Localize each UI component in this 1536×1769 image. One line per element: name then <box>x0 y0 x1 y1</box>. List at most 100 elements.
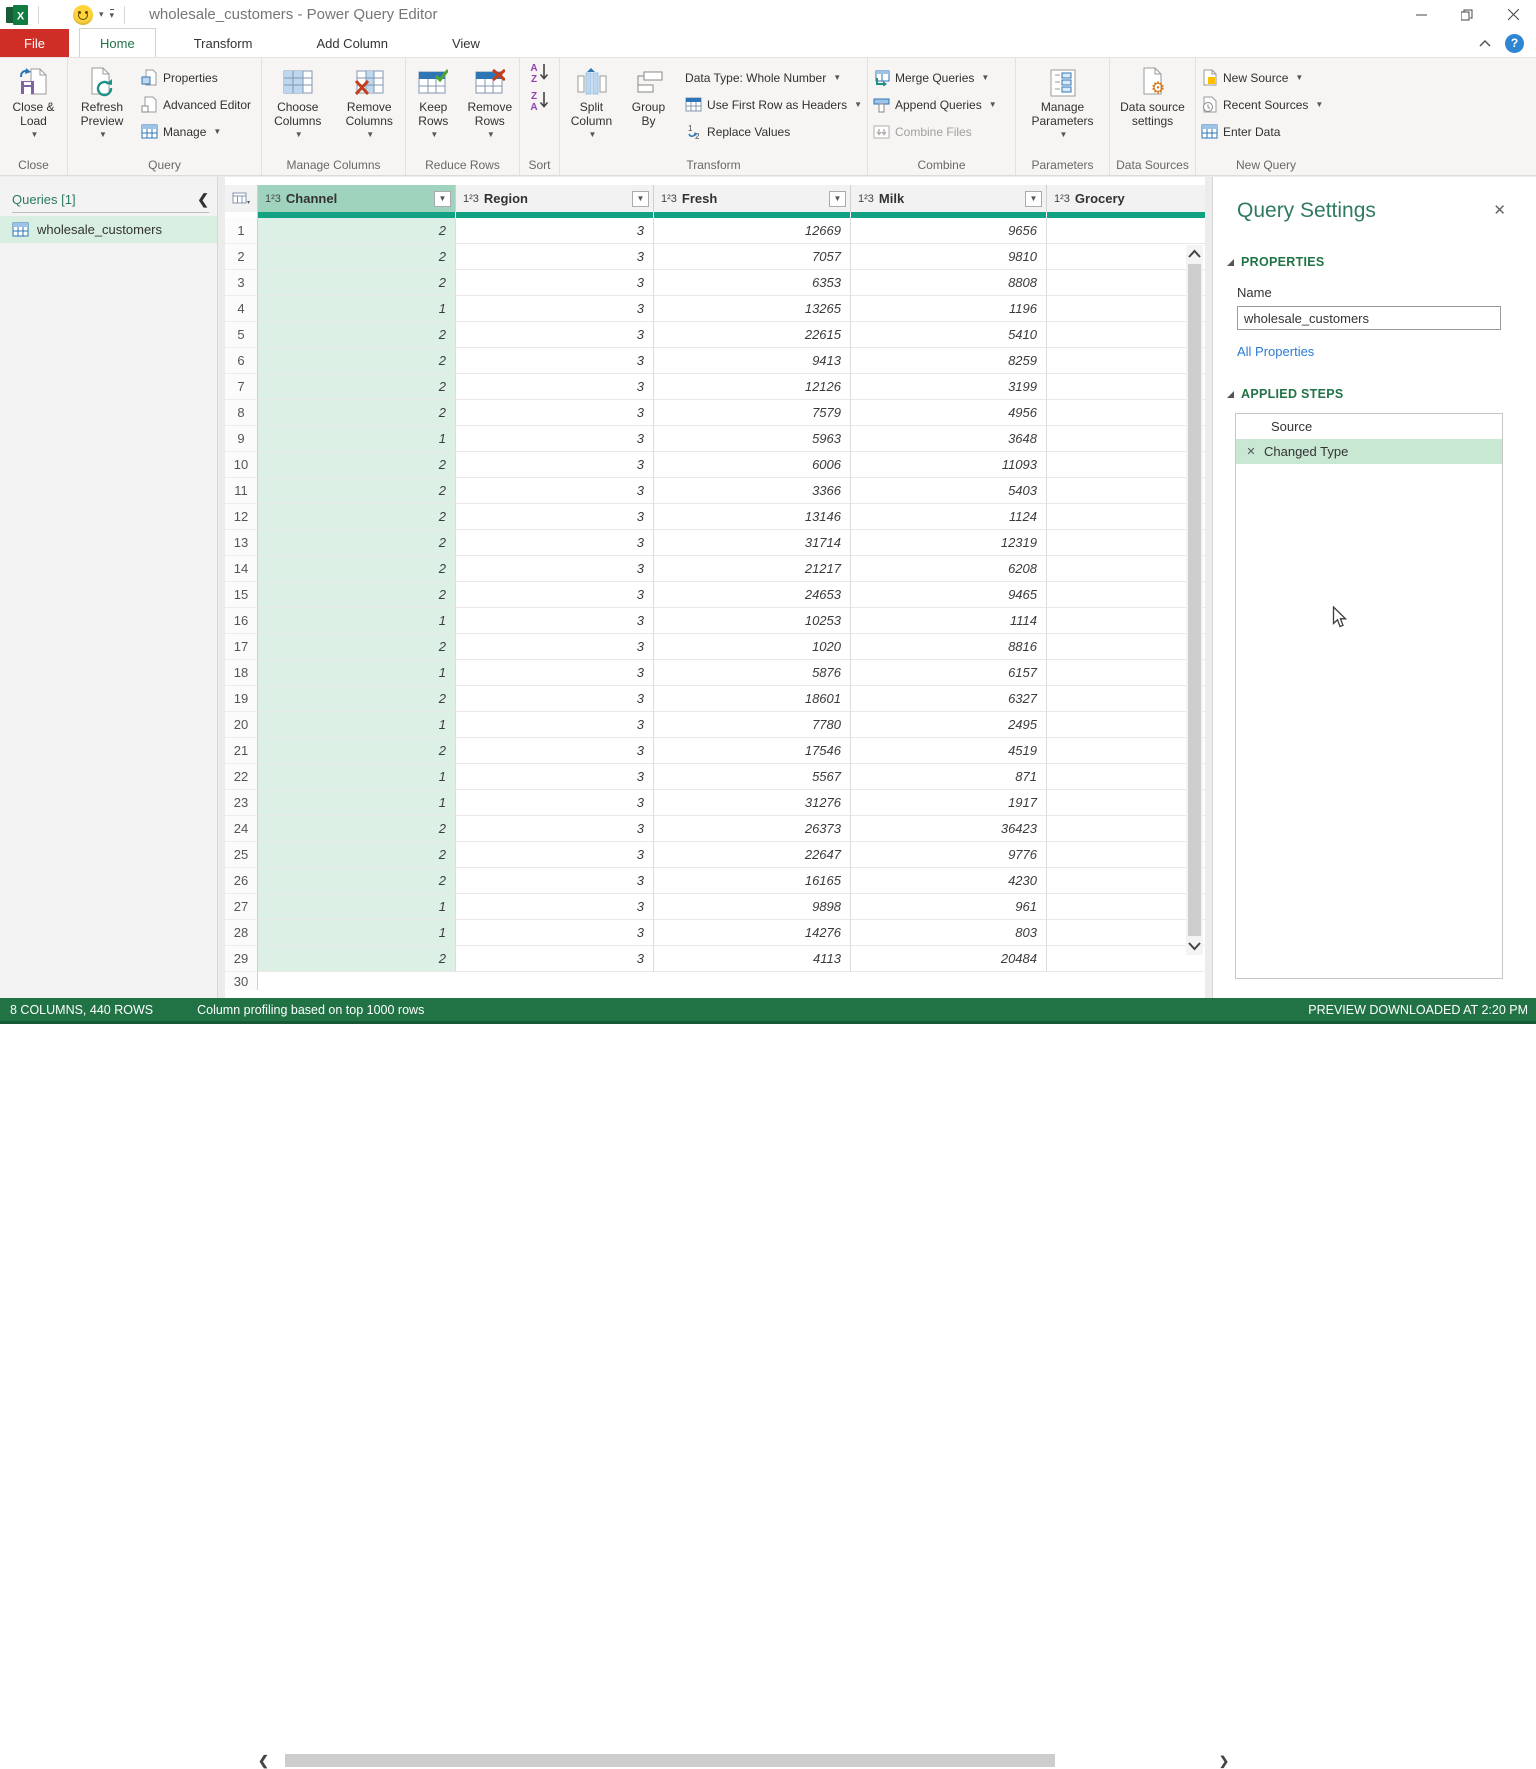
data-cell[interactable]: 16165 <box>654 868 851 894</box>
tab-home[interactable]: Home <box>79 28 156 57</box>
data-cell[interactable]: 7057 <box>654 244 851 270</box>
data-cell[interactable]: 961 <box>851 894 1047 920</box>
remove-rows-button[interactable]: Remove Rows▼ <box>461 61 519 150</box>
row-number[interactable]: 15 <box>225 582 258 608</box>
data-cell[interactable]: 4956 <box>851 400 1047 426</box>
data-cell[interactable]: 1 <box>258 712 456 738</box>
sort-descending-icon[interactable]: ZA <box>529 89 551 111</box>
data-cell[interactable] <box>1047 296 1205 322</box>
data-cell[interactable]: 9465 <box>851 582 1047 608</box>
properties-button[interactable]: Properties <box>136 64 256 91</box>
data-cell[interactable]: 1 <box>258 920 456 946</box>
data-cell[interactable] <box>1047 218 1205 244</box>
replace-values-button[interactable]: 12 Replace Values <box>680 118 867 145</box>
data-cell[interactable] <box>1047 322 1205 348</box>
smiley-dropdown-caret-icon[interactable]: ▾ <box>99 10 104 19</box>
data-cell[interactable]: 31276 <box>654 790 851 816</box>
data-cell[interactable]: 2 <box>258 348 456 374</box>
data-type-button[interactable]: Data Type: Whole Number▼ <box>680 64 867 91</box>
data-cell[interactable]: 2495 <box>851 712 1047 738</box>
data-cell[interactable]: 1196 <box>851 296 1047 322</box>
filter-dropdown-icon[interactable]: ▼ <box>829 191 846 207</box>
data-cell[interactable] <box>1047 556 1205 582</box>
data-cell[interactable]: 4519 <box>851 738 1047 764</box>
data-cell[interactable]: 9413 <box>654 348 851 374</box>
data-cell[interactable]: 3199 <box>851 374 1047 400</box>
data-cell[interactable]: 2 <box>258 504 456 530</box>
data-cell[interactable] <box>1047 270 1205 296</box>
data-cell[interactable]: 8816 <box>851 634 1047 660</box>
data-cell[interactable]: 1 <box>258 608 456 634</box>
tab-view[interactable]: View <box>432 29 500 57</box>
column-header-fresh[interactable]: 1²3 Fresh ▼ <box>654 185 851 212</box>
data-cell[interactable]: 9898 <box>654 894 851 920</box>
data-cell[interactable]: 3 <box>456 556 654 582</box>
data-cell[interactable]: 3 <box>456 842 654 868</box>
row-number[interactable]: 29 <box>225 946 258 972</box>
data-cell[interactable] <box>1047 426 1205 452</box>
data-cell[interactable]: 1114 <box>851 608 1047 634</box>
data-cell[interactable]: 1020 <box>654 634 851 660</box>
scroll-right-icon[interactable]: ❯ <box>1219 1754 1229 1768</box>
data-cell[interactable] <box>1047 868 1205 894</box>
data-cell[interactable]: 1917 <box>851 790 1047 816</box>
data-cell[interactable]: 1 <box>258 660 456 686</box>
close-settings-icon[interactable]: ✕ <box>1493 203 1506 218</box>
choose-columns-button[interactable]: Choose Columns▼ <box>262 61 334 150</box>
data-cell[interactable]: 9776 <box>851 842 1047 868</box>
data-source-settings-button[interactable]: ⚙ Data source settings <box>1113 61 1193 150</box>
data-cell[interactable]: 3 <box>456 400 654 426</box>
delete-step-icon[interactable]: ✕ <box>1245 445 1257 458</box>
minimize-button[interactable] <box>1398 0 1444 29</box>
all-properties-link[interactable]: All Properties <box>1237 344 1314 359</box>
data-cell[interactable] <box>1047 374 1205 400</box>
data-cell[interactable]: 6157 <box>851 660 1047 686</box>
data-cell[interactable]: 3 <box>456 764 654 790</box>
data-cell[interactable]: 2 <box>258 322 456 348</box>
row-number[interactable]: 8 <box>225 400 258 426</box>
manage-parameters-button[interactable]: Manage Parameters▼ <box>1020 61 1106 150</box>
data-cell[interactable]: 3 <box>456 946 654 972</box>
data-cell[interactable]: 5410 <box>851 322 1047 348</box>
data-cell[interactable] <box>1047 530 1205 556</box>
data-cell[interactable]: 3 <box>456 608 654 634</box>
smiley-icon[interactable] <box>73 5 93 25</box>
data-cell[interactable]: 5876 <box>654 660 851 686</box>
row-number[interactable]: 19 <box>225 686 258 712</box>
data-cell[interactable]: 9656 <box>851 218 1047 244</box>
data-cell[interactable]: 9810 <box>851 244 1047 270</box>
data-cell[interactable]: 2 <box>258 244 456 270</box>
customize-qat-icon[interactable]: ▾ <box>110 9 115 20</box>
data-cell[interactable]: 6208 <box>851 556 1047 582</box>
filter-dropdown-icon[interactable]: ▼ <box>1025 191 1042 207</box>
data-cell[interactable]: 7780 <box>654 712 851 738</box>
query-list-item[interactable]: wholesale_customers <box>0 216 217 243</box>
row-number[interactable]: 3 <box>225 270 258 296</box>
data-cell[interactable]: 4113 <box>654 946 851 972</box>
applied-step-changed-type[interactable]: ✕ Changed Type <box>1236 439 1502 464</box>
data-cell[interactable]: 3 <box>456 712 654 738</box>
table-select-all-button[interactable] <box>225 185 258 212</box>
data-cell[interactable]: 17546 <box>654 738 851 764</box>
data-cell[interactable] <box>1047 660 1205 686</box>
row-number[interactable]: 5 <box>225 322 258 348</box>
data-cell[interactable]: 21217 <box>654 556 851 582</box>
data-cell[interactable]: 3 <box>456 452 654 478</box>
sort-ascending-icon[interactable]: AZ <box>529 61 551 83</box>
tab-transform[interactable]: Transform <box>174 29 273 57</box>
data-cell[interactable]: 5567 <box>654 764 851 790</box>
data-cell[interactable]: 10253 <box>654 608 851 634</box>
data-cell[interactable] <box>1047 764 1205 790</box>
data-cell[interactable]: 3 <box>456 816 654 842</box>
data-cell[interactable]: 2 <box>258 374 456 400</box>
keep-rows-button[interactable]: Keep Rows▼ <box>406 61 461 150</box>
data-cell[interactable] <box>1047 712 1205 738</box>
data-cell[interactable]: 11093 <box>851 452 1047 478</box>
data-cell[interactable]: 12669 <box>654 218 851 244</box>
data-cell[interactable]: 2 <box>258 634 456 660</box>
data-cell[interactable]: 1124 <box>851 504 1047 530</box>
data-cell[interactable]: 3 <box>456 504 654 530</box>
row-number[interactable]: 20 <box>225 712 258 738</box>
data-cell[interactable]: 2 <box>258 842 456 868</box>
row-number[interactable]: 4 <box>225 296 258 322</box>
